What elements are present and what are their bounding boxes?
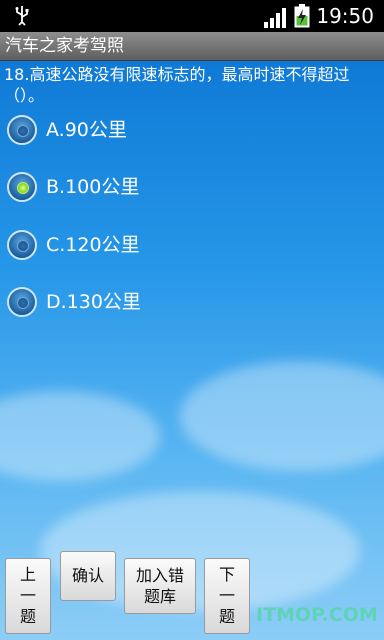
button-label: 下 (218, 565, 235, 585)
button-label: 加入错 (135, 565, 184, 585)
app-title-bar: 汽车之家考驾照 (0, 32, 384, 61)
prev-question-button[interactable]: 上 一 题 (5, 558, 51, 634)
confirm-button[interactable]: 确认 (60, 551, 116, 601)
button-label: 一 (218, 585, 235, 605)
watermark: ITMOP.COM (256, 604, 378, 626)
next-question-button[interactable]: 下 一 题 (204, 558, 250, 634)
option-label: D.130公里 (46, 291, 141, 313)
radio-button[interactable] (7, 230, 37, 260)
button-label: 题库 (143, 586, 176, 606)
radio-button[interactable] (7, 115, 37, 145)
clock: 19:50 (316, 4, 374, 28)
question-text: 18.高速公路没有限速标志的，最高时速不得超过（）。 (4, 65, 350, 105)
battery-charging-icon (294, 4, 310, 28)
radio-button-checked[interactable] (7, 172, 37, 202)
option-b[interactable]: B.100公里 (4, 170, 304, 210)
add-to-wrong-bank-button[interactable]: 加入错 题库 (124, 558, 196, 614)
option-c[interactable]: C.120公里 (4, 228, 304, 268)
button-label: 上 (19, 565, 36, 585)
radio-button[interactable] (7, 287, 37, 317)
option-a[interactable]: A.90公里 (4, 113, 304, 153)
usb-icon (15, 6, 29, 26)
cloud-decoration (180, 361, 384, 471)
cloud-decoration (0, 391, 160, 481)
option-label: B.100公里 (46, 176, 140, 198)
signal-icon (264, 8, 286, 28)
button-label: 确认 (71, 566, 104, 585)
option-label: A.90公里 (46, 119, 127, 141)
button-label: 题 (19, 606, 36, 626)
option-d[interactable]: D.130公里 (4, 285, 304, 325)
status-bar: 19:50 (0, 0, 384, 32)
quiz-area: 18.高速公路没有限速标志的，最高时速不得超过（）。 A.90公里 B.100公… (0, 61, 384, 640)
option-label: C.120公里 (46, 234, 140, 256)
app-title: 汽车之家考驾照 (5, 36, 124, 56)
button-label: 题 (218, 606, 235, 626)
button-label: 一 (19, 585, 36, 605)
